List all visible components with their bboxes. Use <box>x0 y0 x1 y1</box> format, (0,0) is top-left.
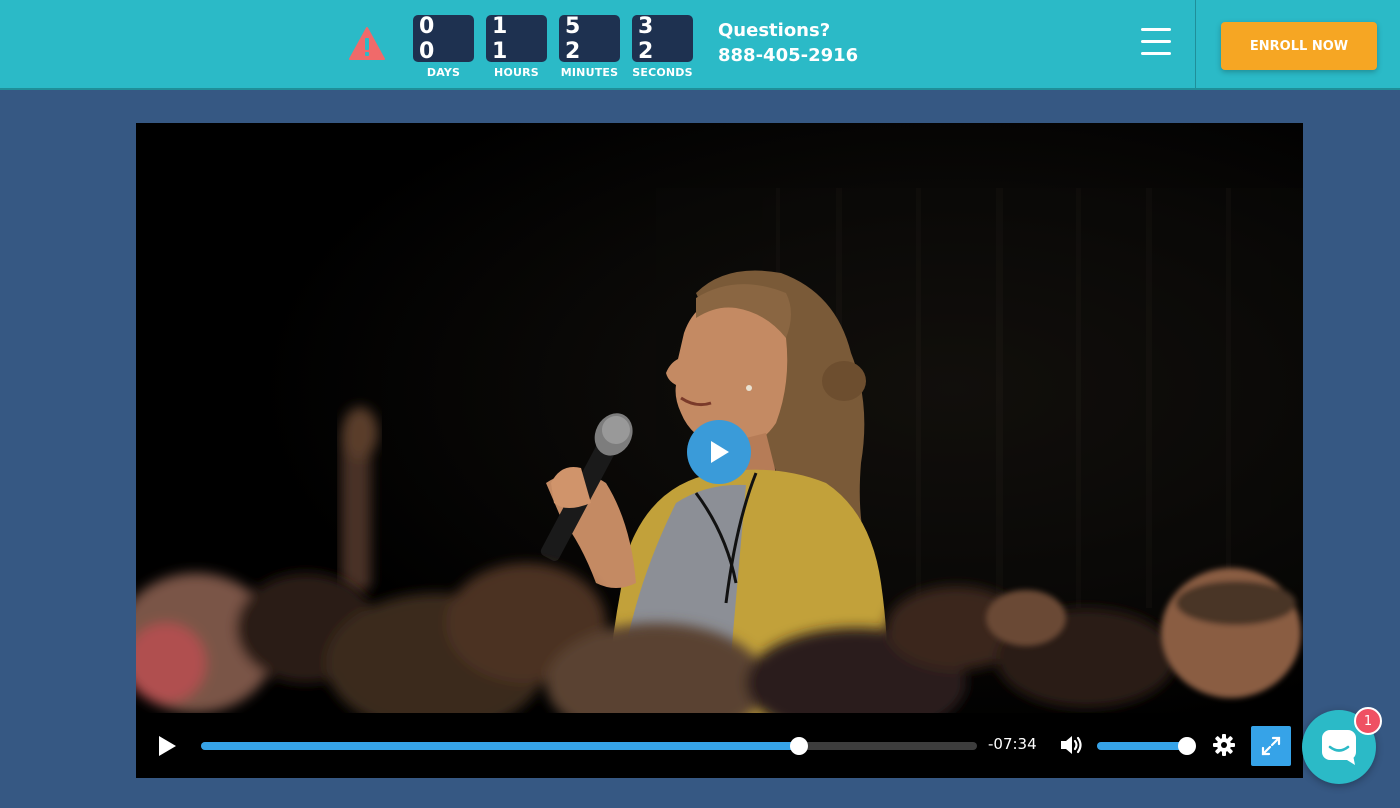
hamburger-menu-icon[interactable] <box>1141 28 1171 60</box>
progress-fill <box>201 742 799 750</box>
countdown-hours-value: 1 1 <box>486 14 547 64</box>
phone-link[interactable]: 888-405-2916 <box>718 43 858 68</box>
top-bar: 0 0 DAYS 1 1 HOURS 5 2 MINUTES 3 2 SECON… <box>0 0 1400 90</box>
volume-handle[interactable] <box>1178 737 1196 755</box>
contact-info: Questions? 888-405-2916 <box>718 18 858 68</box>
volume-fill <box>1097 742 1189 750</box>
countdown-seconds-label: SECONDS <box>632 66 693 79</box>
countdown-seconds: 3 2 SECONDS <box>632 14 693 79</box>
countdown-days-label: DAYS <box>426 66 461 79</box>
progress-handle[interactable] <box>789 737 808 755</box>
volume-slider[interactable] <box>1097 737 1196 755</box>
chat-notification-badge: 1 <box>1354 707 1382 735</box>
video-frame[interactable] <box>136 123 1303 713</box>
fullscreen-button[interactable] <box>1251 726 1291 766</box>
time-remaining: -07:34 <box>988 735 1037 753</box>
player-controls: -07:34 <box>136 713 1303 778</box>
video-still-image <box>136 123 1303 713</box>
questions-label: Questions? <box>718 20 831 41</box>
play-icon <box>711 441 729 463</box>
volume-icon[interactable] <box>1059 733 1085 757</box>
countdown-hours-label: HOURS <box>494 66 539 79</box>
header-divider <box>1195 0 1196 90</box>
progress-bar[interactable] <box>201 737 977 755</box>
countdown-days: 0 0 DAYS <box>413 14 474 79</box>
warning-triangle-icon <box>349 27 385 60</box>
enroll-now-button[interactable]: ENROLL NOW <box>1221 22 1377 70</box>
countdown-timer: 0 0 DAYS 1 1 HOURS 5 2 MINUTES 3 2 SECON… <box>413 14 693 79</box>
big-play-button[interactable] <box>687 420 751 484</box>
video-player[interactable]: -07:34 <box>136 123 1303 778</box>
countdown-minutes: 5 2 MINUTES <box>559 14 620 79</box>
play-icon[interactable] <box>156 735 178 757</box>
chat-icon <box>1322 730 1356 765</box>
countdown-hours: 1 1 HOURS <box>486 14 547 79</box>
gear-icon[interactable] <box>1213 734 1235 756</box>
fullscreen-icon <box>1261 736 1281 756</box>
countdown-minutes-value: 5 2 <box>559 14 620 64</box>
countdown-minutes-label: MINUTES <box>560 66 619 79</box>
countdown-days-value: 0 0 <box>413 14 474 64</box>
countdown-seconds-value: 3 2 <box>632 14 693 64</box>
